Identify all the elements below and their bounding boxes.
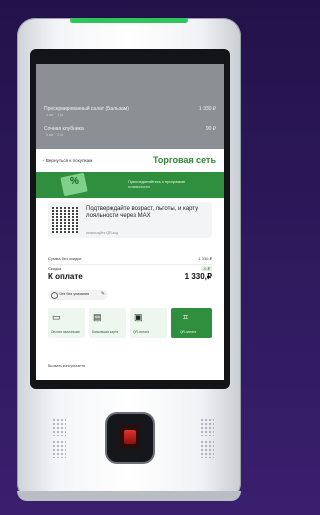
pay-option-label: QR-оплата bbox=[180, 330, 197, 334]
cart-item-name: Сочная клубника bbox=[44, 126, 84, 132]
back-to-shopping-link[interactable]: ‹ Вернуться к покупкам bbox=[43, 158, 92, 163]
receipt-toggle-label: Чек без указания bbox=[59, 292, 90, 296]
qr-code-icon bbox=[52, 207, 78, 233]
checkout-header: ‹ Вернуться к покупкам Торговая сеть bbox=[36, 152, 224, 170]
pay-selected-button[interactable]: ⌗ QR-оплата bbox=[171, 308, 212, 338]
barcode-scanner[interactable] bbox=[107, 414, 153, 462]
receipt-icon bbox=[51, 292, 58, 299]
speaker-grill-left bbox=[52, 440, 66, 458]
percent-icon: % bbox=[70, 176, 79, 187]
cart-item-price: 1 330 ₽ bbox=[198, 106, 216, 112]
qr-icon: ▣ bbox=[134, 312, 143, 322]
speaker-grill-right bbox=[200, 440, 214, 458]
scanner-window bbox=[120, 425, 140, 449]
pay-option-label: Банковская карта bbox=[92, 330, 119, 334]
scan-icon: ⌗ bbox=[183, 312, 189, 322]
store-brand: Торговая сеть bbox=[152, 155, 216, 165]
cart-item-price: 90 ₽ bbox=[205, 126, 216, 132]
speaker-grill-left bbox=[52, 418, 66, 436]
total-value: 1 330,₽ bbox=[184, 272, 212, 281]
summary-value: 1 330,₽ bbox=[198, 256, 212, 261]
receipt-toggle[interactable]: Чек без указания ✎ bbox=[48, 290, 108, 300]
qr-subtitle: используйте QR-код bbox=[86, 231, 118, 235]
cart-list: Пресервированный салат (Бальзам) 1 шт. ·… bbox=[36, 64, 224, 149]
discount-value: -0,₽ bbox=[200, 266, 212, 271]
total-label: К оплате bbox=[48, 272, 83, 281]
cart-item-sub: 1 шт. · 1 кг bbox=[46, 113, 64, 117]
cart-item-sub: 1 шт. · 2 кг bbox=[46, 133, 64, 137]
pay-qr-button[interactable]: ▣ QR-оплата bbox=[130, 308, 167, 338]
pay-option-label: QR-оплата bbox=[133, 330, 150, 334]
pay-cash-button[interactable]: ▭ Оплата наличными bbox=[48, 308, 85, 338]
speaker-grill-right bbox=[200, 418, 214, 436]
cash-icon: ▭ bbox=[52, 312, 61, 322]
pay-card-button[interactable]: ▤ Банковская карта bbox=[89, 308, 126, 338]
back-label: Вернуться к покупкам bbox=[45, 158, 93, 163]
loyalty-banner[interactable]: % Присоединяйтесь к программе лояльности bbox=[36, 172, 224, 198]
summary-label: Скидка bbox=[48, 266, 62, 271]
pay-option-label: Оплата наличными bbox=[51, 330, 80, 334]
summary-label: Сумма без скидки bbox=[48, 256, 82, 261]
loyalty-banner-text: Присоединяйтесь к программе лояльности bbox=[128, 179, 186, 189]
card-icon: ▤ bbox=[93, 312, 102, 322]
qr-title: Подтверждайте возраст, льготы, и карту л… bbox=[86, 206, 199, 219]
call-assistant-link[interactable]: Вызвать консультанта bbox=[48, 364, 85, 368]
status-light bbox=[70, 18, 188, 23]
cart-item-name: Пресервированный салат (Бальзам) bbox=[44, 106, 129, 112]
kiosk-screen: Пресервированный салат (Бальзам) 1 шт. ·… bbox=[36, 64, 224, 380]
max-qr-panel: Подтверждайте возраст, льготы, и карту л… bbox=[48, 202, 212, 238]
kiosk-base bbox=[17, 491, 241, 501]
edit-icon[interactable]: ✎ bbox=[101, 291, 105, 297]
